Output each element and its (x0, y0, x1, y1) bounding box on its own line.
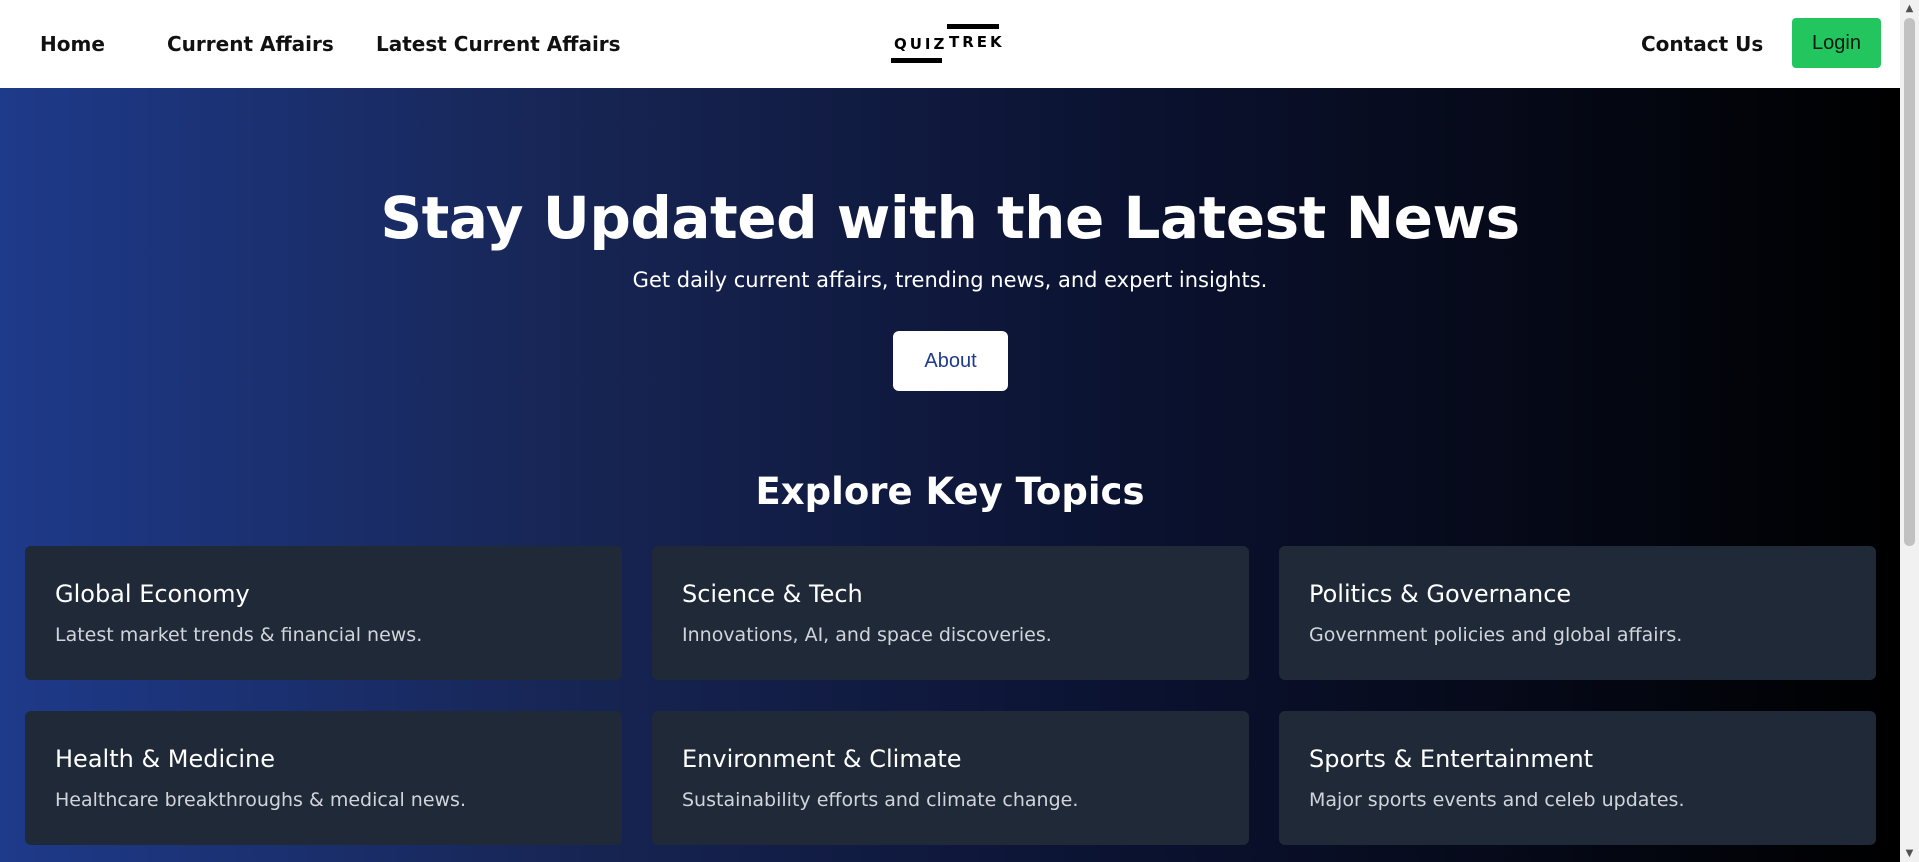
topic-card-description: Healthcare breakthroughs & medical news. (55, 789, 466, 811)
logo-word-quiz: QUIZ (894, 35, 948, 53)
topic-card-title: Science & Tech (682, 580, 863, 608)
topic-card-description: Sustainability efforts and climate chang… (682, 789, 1079, 811)
vertical-scrollbar[interactable]: ▲ ▼ (1900, 0, 1919, 862)
topic-card-health-medicine[interactable]: Health & Medicine Healthcare breakthroug… (25, 711, 622, 845)
login-button[interactable]: Login (1792, 18, 1881, 68)
topic-card-politics-governance[interactable]: Politics & Governance Government policie… (1279, 546, 1876, 680)
quiztrek-logo[interactable]: QUIZ TREK (891, 22, 1002, 66)
top-navbar: Home Current Affairs Latest Current Affa… (0, 0, 1900, 88)
hero-title: Stay Updated with the Latest News (380, 184, 1520, 252)
logo-word-trek: TREK (949, 33, 1005, 51)
topic-card-title: Global Economy (55, 580, 250, 608)
topic-card-title: Environment & Climate (682, 745, 962, 773)
logo-bottom-bar (891, 58, 942, 63)
topic-card-description: Latest market trends & financial news. (55, 624, 423, 646)
topic-card-title: Health & Medicine (55, 745, 275, 773)
topic-card-description: Government policies and global affairs. (1309, 624, 1683, 646)
topics-heading: Explore Key Topics (755, 470, 1145, 513)
scrollbar-thumb[interactable] (1904, 18, 1915, 546)
nav-link-contact-us[interactable]: Contact Us (1641, 0, 1763, 88)
hero-subtitle: Get daily current affairs, trending news… (632, 268, 1268, 292)
scroll-up-arrow-icon[interactable]: ▲ (1900, 0, 1919, 17)
scroll-down-arrow-icon[interactable]: ▼ (1900, 845, 1919, 862)
topic-card-title: Politics & Governance (1309, 580, 1572, 608)
nav-link-latest-current-affairs[interactable]: Latest Current Affairs (376, 0, 621, 88)
topic-card-environment-climate[interactable]: Environment & Climate Sustainability eff… (652, 711, 1249, 845)
topic-card-description: Major sports events and celeb updates. (1309, 789, 1685, 811)
about-button[interactable]: About (893, 331, 1008, 391)
topic-card-sports-entertainment[interactable]: Sports & Entertainment Major sports even… (1279, 711, 1876, 845)
nav-link-home[interactable]: Home (40, 0, 105, 88)
topic-card-description: Innovations, AI, and space discoveries. (682, 624, 1052, 646)
nav-link-current-affairs[interactable]: Current Affairs (167, 0, 334, 88)
logo-top-bar (947, 24, 999, 29)
topic-card-global-economy[interactable]: Global Economy Latest market trends & fi… (25, 546, 622, 680)
topic-card-title: Sports & Entertainment (1309, 745, 1594, 773)
topic-card-science-tech[interactable]: Science & Tech Innovations, AI, and spac… (652, 546, 1249, 680)
hero-section: Stay Updated with the Latest News Get da… (0, 88, 1900, 862)
